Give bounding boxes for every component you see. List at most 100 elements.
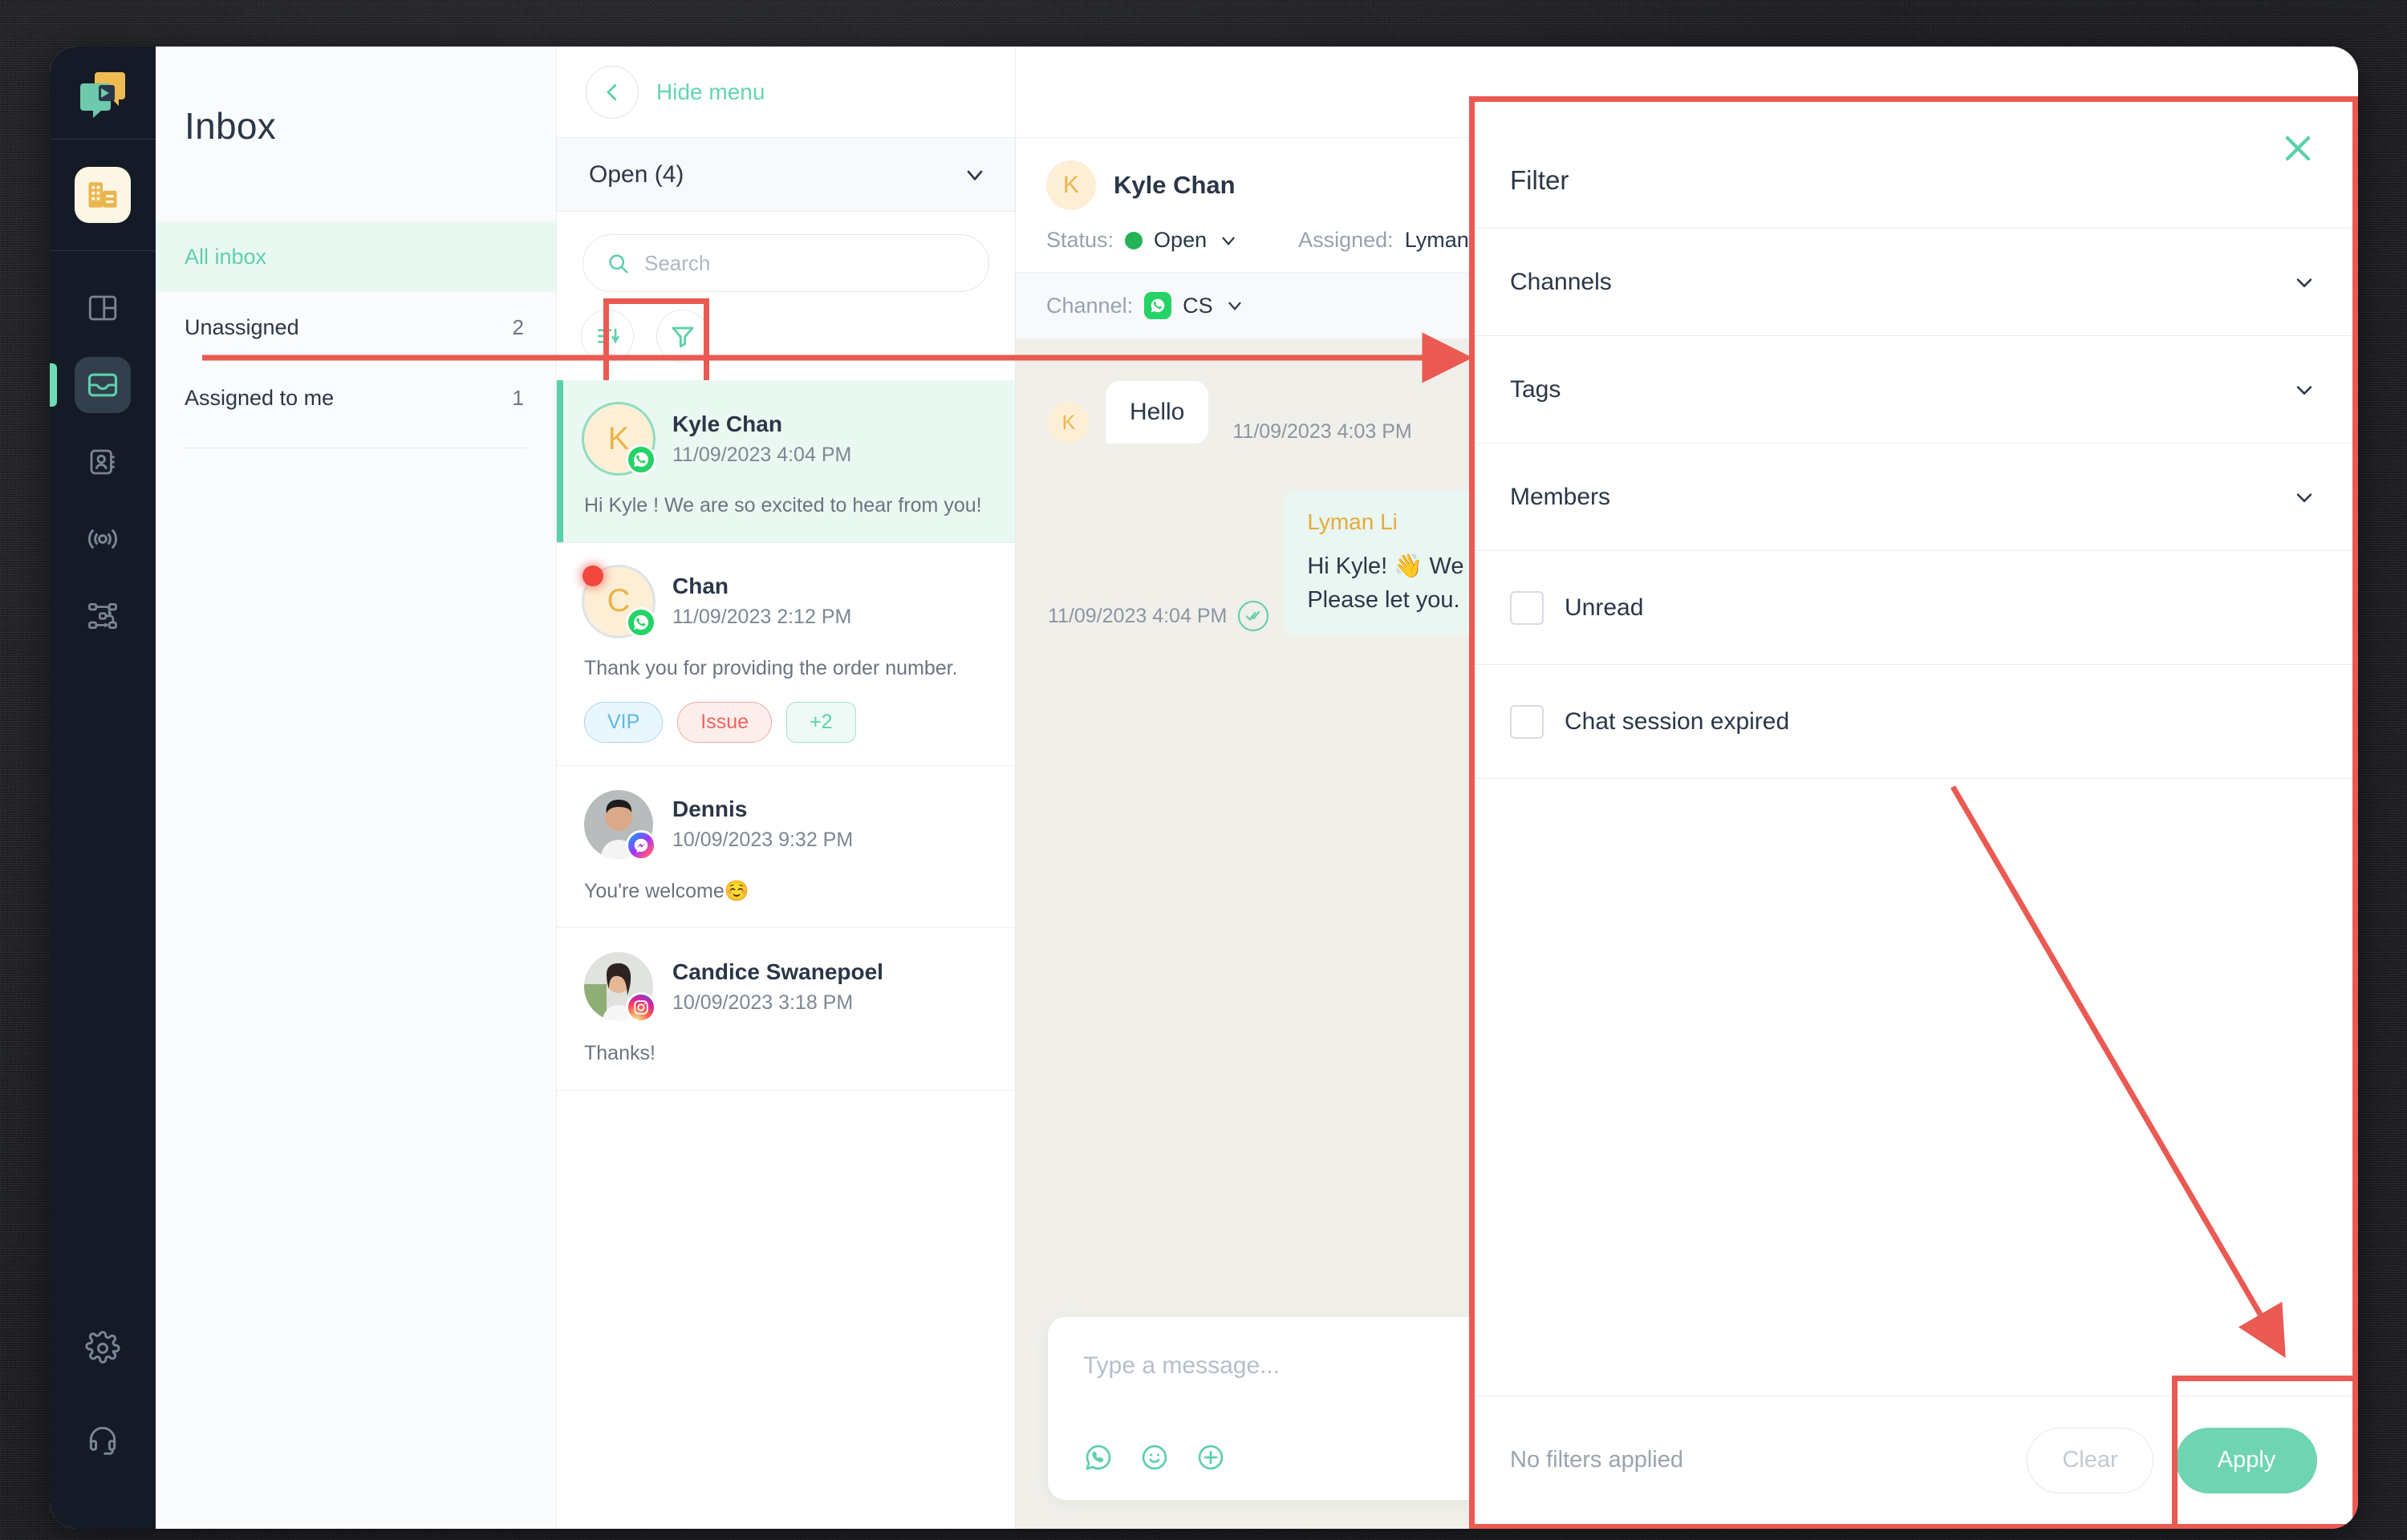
checkbox[interactable] xyxy=(1510,704,1544,739)
list-toolbar xyxy=(557,292,1015,401)
avatar xyxy=(584,789,656,861)
apply-button[interactable]: Apply xyxy=(2176,1427,2317,1493)
contact-name: Dennis xyxy=(672,796,748,821)
assigned-label: Assigned: xyxy=(1298,228,1394,252)
conversation-list-item[interactable]: Dennis 10/09/2023 9:32 PM You're welcome… xyxy=(557,766,1015,929)
filter-section-members[interactable]: Members xyxy=(1475,444,2352,551)
app-window: Inbox All inbox Unassigned 2 Assigned to… xyxy=(50,47,2358,1529)
primary-nav-rail xyxy=(50,47,156,1529)
avatar: C xyxy=(582,565,656,638)
chevron-down-icon xyxy=(967,170,983,180)
whatsapp-icon xyxy=(626,606,656,638)
message-time: 11/09/2023 4:03 PM xyxy=(1232,420,1412,443)
sidebar-item-dashboard[interactable] xyxy=(75,280,131,336)
filter-section-label: Members xyxy=(1510,483,1611,510)
tag-row: VIP Issue +2 xyxy=(584,701,988,743)
nav-label: Assigned to me xyxy=(185,385,335,410)
status-badge[interactable]: Open xyxy=(1154,228,1207,253)
search-icon xyxy=(609,254,628,274)
conversation-list-item[interactable]: K Kyle Chan 11/09/2023 4:04 PM Hi Kyle !… xyxy=(557,380,1015,543)
avatar: K xyxy=(584,404,656,475)
message-snippet: Thank you for providing the order number… xyxy=(584,656,958,679)
message-snippet: Thanks! xyxy=(584,1042,656,1065)
app-logo[interactable] xyxy=(50,47,156,140)
emoji-icon[interactable] xyxy=(1139,1442,1170,1473)
plus-circle-icon[interactable] xyxy=(1195,1442,1226,1473)
search-placeholder: Search xyxy=(644,250,711,275)
clear-button[interactable]: Clear xyxy=(2027,1427,2153,1493)
conversation-list-item[interactable]: C Chan 11/09/2023 2:12 PM Thank you for … xyxy=(557,543,1015,766)
tag-badge[interactable]: VIP xyxy=(584,701,664,743)
chevron-down-icon xyxy=(2296,492,2312,502)
tag-badge[interactable]: Issue xyxy=(677,701,773,743)
message-time: 10/09/2023 9:32 PM xyxy=(672,829,854,851)
nav-label: Unassigned xyxy=(185,314,299,339)
dashboard-grid-icon xyxy=(88,295,117,321)
filter-panel: Filter Channels Tags Members Unread Chat… xyxy=(1469,96,2358,1529)
company-building-icon xyxy=(88,182,117,208)
sidebar-item-settings[interactable] xyxy=(75,1320,131,1376)
avatar: K xyxy=(1046,160,1096,210)
sidebar-item-contacts[interactable] xyxy=(75,434,131,490)
filter-checkbox-unread[interactable]: Unread xyxy=(1475,551,2352,665)
double-check-icon xyxy=(1238,601,1269,632)
hide-menu-button[interactable] xyxy=(586,65,639,119)
filter-panel-title: Filter xyxy=(1510,165,1569,195)
search-input[interactable]: Search xyxy=(582,234,989,292)
sidebar-item-automation[interactable] xyxy=(75,588,131,644)
conversation-list-panel: Hide menu Open (4) Search K Kyle Chan 11… xyxy=(557,47,1016,1529)
contact-name: Kyle Chan xyxy=(672,411,782,436)
nav-count: 2 xyxy=(512,314,524,339)
filter-status-text: No filters applied xyxy=(1510,1447,1683,1473)
rail-bottom-items xyxy=(50,1320,156,1529)
conversation-list-item[interactable]: Candice Swanepoel 10/09/2023 3:18 PM Tha… xyxy=(557,928,1015,1091)
inbox-tray-icon xyxy=(87,373,118,397)
channel-label: Channel: xyxy=(1046,293,1134,318)
inbox-nav-list: All inbox Unassigned 2 Assigned to me 1 xyxy=(156,221,556,448)
sleekflow-logo-icon xyxy=(80,71,125,118)
hide-menu-bar: Hide menu xyxy=(557,47,1015,138)
sidebar-item-assigned-to-me[interactable]: Assigned to me 1 xyxy=(156,363,556,433)
sidebar-item-all-inbox[interactable]: All inbox xyxy=(156,221,556,292)
sidebar-item-unassigned[interactable]: Unassigned 2 xyxy=(156,292,556,363)
status-filter-label: Open (4) xyxy=(589,160,684,188)
filter-section-label: Channels xyxy=(1510,268,1612,295)
chevron-down-icon[interactable] xyxy=(1224,295,1245,316)
workspace-switcher[interactable] xyxy=(50,140,156,251)
message-snippet: You're welcome☺️ xyxy=(584,879,749,902)
whatsapp-icon xyxy=(626,444,656,475)
chevron-left-icon xyxy=(607,83,617,100)
message-snippet: Hi Kyle ! We are so excited to hear from… xyxy=(584,494,982,517)
whatsapp-icon xyxy=(1144,292,1172,319)
hide-menu-label[interactable]: Hide menu xyxy=(656,79,765,105)
tag-overflow-badge[interactable]: +2 xyxy=(786,701,856,743)
message-bubble: Hello xyxy=(1106,381,1209,444)
filter-section-label: Tags xyxy=(1510,375,1561,403)
company-tile[interactable] xyxy=(75,167,131,223)
nav-label: All inbox xyxy=(185,244,267,269)
assigned-value[interactable]: Lyman xyxy=(1405,228,1469,253)
avatar xyxy=(584,952,656,1023)
filter-checkbox-chat-session-expired[interactable]: Chat session expired xyxy=(1475,665,2352,779)
chat-contact-name: Kyle Chan xyxy=(1114,171,1236,199)
message-time: 11/09/2023 4:04 PM xyxy=(1048,604,1228,627)
message-time: 10/09/2023 3:18 PM xyxy=(672,991,854,1014)
filter-panel-header: Filter xyxy=(1475,102,2352,229)
sidebar-item-broadcast[interactable] xyxy=(75,511,131,567)
chevron-down-icon[interactable] xyxy=(1218,230,1239,251)
filter-section-tags[interactable]: Tags xyxy=(1475,336,2352,444)
sidebar-item-inbox[interactable] xyxy=(50,357,131,413)
filter-section-channels[interactable]: Channels xyxy=(1475,229,2352,336)
instagram-icon xyxy=(626,992,656,1023)
nav-count: 1 xyxy=(512,385,524,410)
avatar: K xyxy=(1048,402,1090,444)
status-dot xyxy=(1125,231,1143,249)
checkbox[interactable] xyxy=(1510,590,1544,625)
whatsapp-icon[interactable] xyxy=(1083,1442,1114,1473)
close-icon[interactable] xyxy=(2279,129,2317,168)
unread-dot xyxy=(582,565,603,586)
chevron-down-icon xyxy=(2296,385,2312,395)
sidebar-item-support[interactable] xyxy=(75,1412,131,1468)
rail-items xyxy=(50,251,156,644)
status-filter-dropdown[interactable]: Open (4) xyxy=(557,138,1015,212)
